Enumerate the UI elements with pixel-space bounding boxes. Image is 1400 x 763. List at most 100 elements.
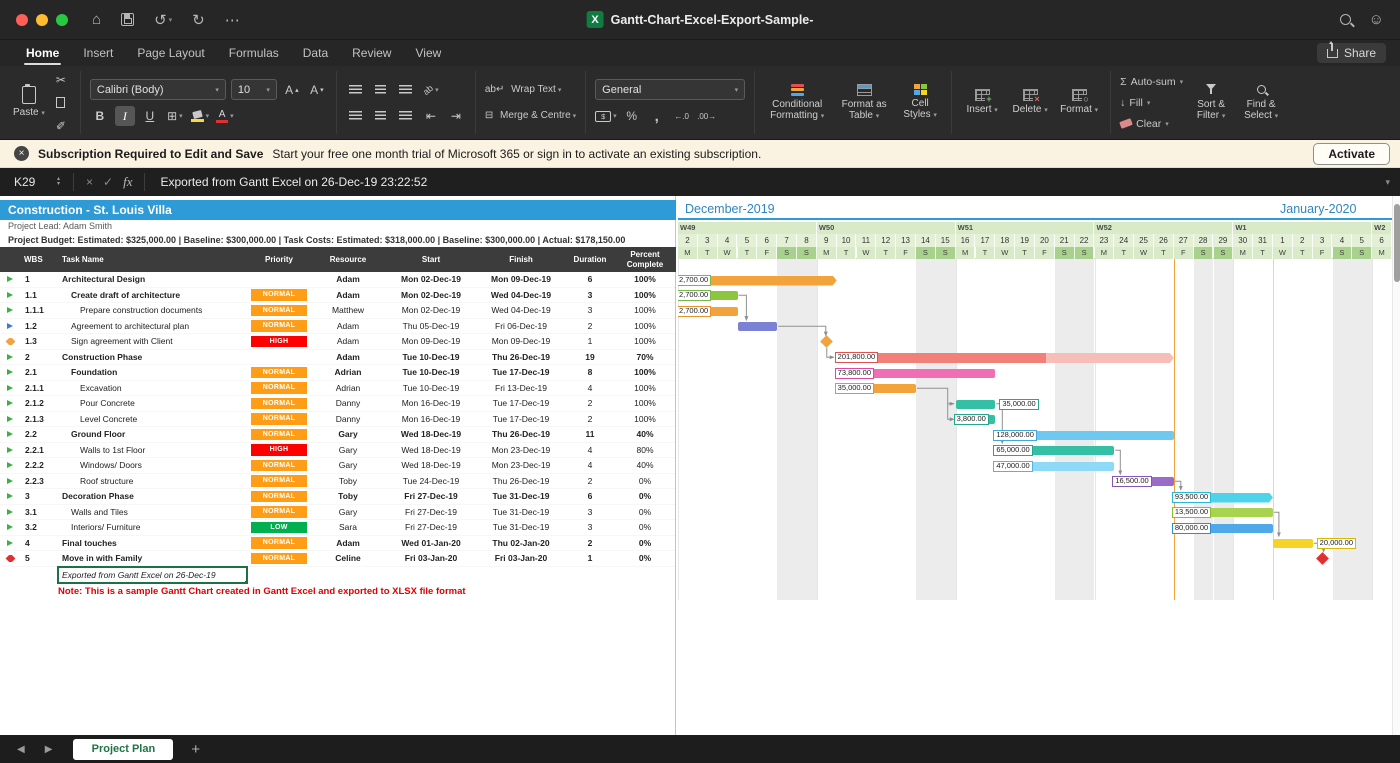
more-toolbar-icon[interactable]: ⋯ (225, 11, 240, 29)
tab-data[interactable]: Data (291, 42, 340, 64)
paste-button[interactable]: Paste ▾ (13, 86, 45, 119)
table-row[interactable]: 5Move in with FamilyNORMALCelineFri 03-J… (0, 551, 676, 567)
copy-button[interactable] (51, 93, 71, 113)
prev-sheet-button[interactable]: ◀ (10, 744, 32, 755)
fill-color-button[interactable]: ▾ (190, 106, 210, 126)
align-left-button[interactable] (346, 106, 366, 126)
bold-button[interactable]: B (90, 106, 110, 126)
table-row[interactable]: 4Final touchesNORMALAdamWed 01-Jan-20Thu… (0, 536, 676, 552)
gantt-bar[interactable] (837, 353, 1174, 363)
comma-format-button[interactable]: , (647, 106, 667, 126)
redo-icon[interactable]: ↻ (192, 11, 205, 29)
conditional-formatting-button[interactable]: Conditional Formatting ▾ (764, 84, 830, 122)
sheet-tab-project-plan[interactable]: Project Plan (73, 739, 173, 760)
table-row[interactable]: 2.1.2Pour ConcreteNORMALDannyMon 16-Dec-… (0, 396, 676, 412)
align-middle-button[interactable] (371, 80, 391, 100)
format-cells-button[interactable]: ○ Format ▾ (1057, 89, 1101, 116)
tab-formulas[interactable]: Formulas (217, 42, 291, 64)
font-color-button[interactable]: A▾ (215, 106, 235, 126)
cell-styles-button[interactable]: Cell Styles ▾ (898, 84, 942, 121)
tab-view[interactable]: View (403, 42, 453, 64)
minimize-button[interactable] (36, 14, 48, 26)
close-button[interactable] (16, 14, 28, 26)
format-painter-button[interactable]: ✐ (51, 116, 71, 136)
increase-font-size-button[interactable]: A▴ (282, 80, 302, 100)
increase-decimal-button[interactable]: ←.0 (672, 106, 692, 126)
table-row[interactable]: 2.2.3Roof structureNORMALTobyTue 24-Dec-… (0, 474, 676, 490)
gantt-bar[interactable] (1273, 539, 1313, 548)
align-bottom-button[interactable] (396, 80, 416, 100)
tab-insert[interactable]: Insert (71, 42, 125, 64)
formula-bar-expand-icon[interactable]: ▾ (1375, 177, 1400, 188)
feedback-smiley-icon[interactable]: ☺ (1369, 11, 1384, 28)
tab-home[interactable]: Home (14, 42, 71, 64)
merge-centre-button[interactable]: ⊟ Merge & Centre▾ (485, 106, 576, 126)
align-top-button[interactable] (346, 80, 366, 100)
decrease-font-size-button[interactable]: A▾ (307, 80, 327, 100)
fill-handle[interactable] (244, 580, 248, 584)
decrease-decimal-button[interactable]: .00→ (697, 106, 717, 126)
font-name-select[interactable]: Calibri (Body)▾ (90, 79, 226, 100)
next-sheet-button[interactable]: ▶ (38, 744, 60, 755)
percent-format-button[interactable]: % (622, 106, 642, 126)
gantt-bar[interactable] (956, 400, 996, 409)
search-icon[interactable] (1340, 14, 1351, 25)
align-right-button[interactable] (396, 106, 416, 126)
cut-button[interactable]: ✂ (51, 70, 71, 90)
fill-button[interactable]: ↓Fill▾ (1120, 94, 1183, 112)
delete-cells-button[interactable]: × Delete ▾ (1009, 89, 1051, 116)
font-size-select[interactable]: 10▾ (231, 79, 277, 100)
table-row[interactable]: 1.2Agreement to architectural planNORMAL… (0, 319, 676, 335)
table-row[interactable]: 1Architectural DesignAdamMon 02-Dec-19Mo… (0, 272, 676, 288)
increase-indent-button[interactable]: ⇥ (446, 106, 466, 126)
insert-function-icon[interactable]: fx (118, 174, 137, 190)
format-as-table-button[interactable]: Format as Table ▾ (836, 84, 892, 122)
table-row[interactable]: 2.1.1ExcavationNORMALAdrianTue 10-Dec-19… (0, 381, 676, 397)
cancel-entry-icon[interactable]: × (81, 175, 98, 189)
gantt-bar[interactable] (738, 322, 778, 331)
tab-review[interactable]: Review (340, 42, 403, 64)
confirm-entry-icon[interactable]: ✓ (98, 175, 118, 189)
table-row[interactable]: 3.2Interiors/ FurnitureLOWSaraFri 27-Dec… (0, 520, 676, 536)
name-box[interactable]: K29 ▴▾ (0, 175, 66, 189)
borders-button[interactable]: ⊞▾ (165, 106, 185, 126)
activate-button[interactable]: Activate (1313, 143, 1390, 165)
add-sheet-button[interactable]: + (179, 741, 212, 758)
autosum-button[interactable]: ΣAuto-sum▾ (1120, 73, 1183, 91)
wrap-text-button[interactable]: ab↵ Wrap Text▾ (485, 80, 561, 100)
table-row[interactable]: 3Decoration PhaseNORMALTobyFri 27-Dec-19… (0, 489, 676, 505)
selected-cell[interactable]: Exported from Gantt Excel on 26-Dec-19 (57, 566, 248, 584)
spreadsheet-canvas[interactable]: Construction - St. Louis Villa Project L… (0, 196, 1400, 735)
italic-button[interactable]: I (115, 106, 135, 126)
formula-input[interactable]: Exported from Gantt Excel on 26-Dec-19 2… (152, 175, 1375, 189)
save-icon[interactable] (121, 13, 134, 26)
home-icon[interactable]: ⌂ (92, 11, 101, 28)
tab-page-layout[interactable]: Page Layout (125, 42, 216, 64)
table-row[interactable]: 2.2.2Windows/ DoorsNORMALGaryWed 18-Dec-… (0, 458, 676, 474)
table-row[interactable]: 2.2.1Walls to 1st FloorHIGHGaryWed 18-De… (0, 443, 676, 459)
undo-icon[interactable]: ↺▾ (154, 11, 172, 29)
table-row[interactable]: 2.1FoundationNORMALAdrianTue 10-Dec-19Tu… (0, 365, 676, 381)
decrease-indent-button[interactable]: ⇤ (421, 106, 441, 126)
share-button[interactable]: Share (1317, 43, 1386, 63)
table-row[interactable]: 1.1.1Prepare construction documentsNORMA… (0, 303, 676, 319)
sort-filter-button[interactable]: Sort & Filter ▾ (1189, 84, 1233, 122)
find-select-button[interactable]: Find & Select ▾ (1239, 84, 1283, 122)
name-box-stepper[interactable]: ▴▾ (57, 177, 60, 187)
orientation-button[interactable]: ab▾ (421, 80, 441, 100)
align-center-button[interactable] (371, 106, 391, 126)
table-row[interactable]: 2.2Ground FloorNORMALGaryWed 18-Dec-19Th… (0, 427, 676, 443)
table-row[interactable]: 2Construction PhaseAdamTue 10-Dec-19Thu … (0, 350, 676, 366)
clear-button[interactable]: Clear▾ (1120, 115, 1183, 133)
table-row[interactable]: 3.1Walls and TilesNORMALGaryFri 27-Dec-1… (0, 505, 676, 521)
number-format-select[interactable]: General▾ (595, 79, 745, 100)
table-row[interactable]: 2.1.3Level ConcreteNORMALDannyMon 16-Dec… (0, 412, 676, 428)
underline-button[interactable]: U (140, 106, 160, 126)
scrollbar-thumb[interactable] (1394, 204, 1400, 282)
fullscreen-button[interactable] (56, 14, 68, 26)
currency-format-button[interactable]: $▾ (595, 106, 617, 126)
vertical-scrollbar[interactable] (1392, 196, 1400, 735)
table-row[interactable]: 1.3Sign agreement with ClientHIGHAdamMon… (0, 334, 676, 350)
insert-cells-button[interactable]: + Insert ▾ (961, 89, 1003, 116)
table-row[interactable]: 1.1Create draft of architectureNORMALAda… (0, 288, 676, 304)
